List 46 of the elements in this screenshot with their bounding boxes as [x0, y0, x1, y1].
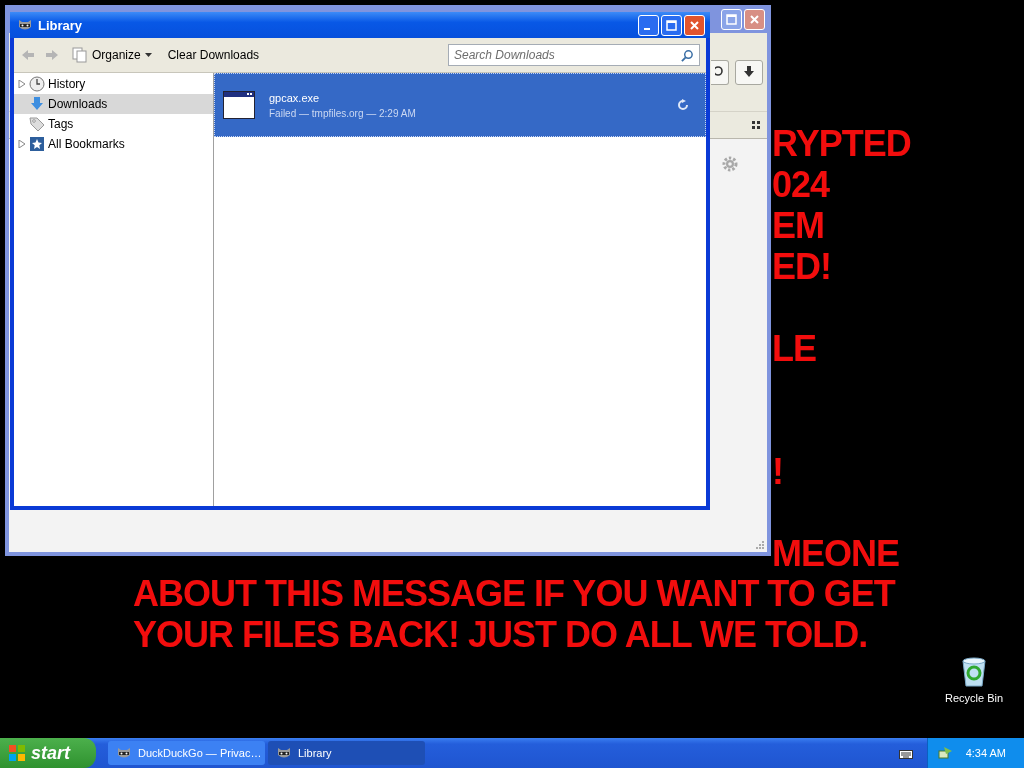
- window-title: Library: [38, 17, 84, 33]
- maximize-icon: [666, 19, 677, 31]
- ransom-text: 024: [772, 164, 830, 205]
- download-arrow-icon: [742, 65, 756, 79]
- clock-icon: [29, 76, 45, 92]
- minimize-button[interactable]: [638, 14, 659, 36]
- search-field[interactable]: Search Downloads: [448, 44, 700, 66]
- taskbar-button[interactable]: DuckDuckGo — Privac…: [108, 741, 265, 765]
- ransom-text: ABOUT THIS MESSAGE IF YOU WANT TO GET: [133, 573, 895, 614]
- close-icon: [749, 13, 760, 25]
- ransom-text: RYPTED: [772, 123, 911, 164]
- window-file-icon: [223, 91, 255, 119]
- download-item[interactable]: gpcax.exe Failed — tmpfiles.org — 2:29 AM: [214, 73, 706, 137]
- ransom-text: MEONE: [772, 533, 899, 574]
- taskbar-button[interactable]: Library: [268, 741, 425, 765]
- tag-icon: [29, 116, 45, 132]
- flag-icon: [8, 744, 26, 762]
- sidebar-item[interactable]: Tags: [14, 114, 213, 134]
- network-icon[interactable]: [937, 745, 954, 761]
- close-button[interactable]: [684, 14, 705, 36]
- retry-icon[interactable]: [677, 99, 689, 111]
- sidebar-item[interactable]: History: [14, 74, 213, 94]
- clock: 4:34 AM: [965, 747, 1006, 759]
- sidebar-item[interactable]: All Bookmarks: [14, 134, 213, 154]
- ransom-text: YOUR FILES BACK! JUST DO ALL WE TOLD.: [133, 614, 869, 655]
- organize-button[interactable]: Organize: [68, 45, 156, 65]
- star-icon: [29, 136, 45, 152]
- minimize-icon: [644, 28, 650, 30]
- ransom-text: EM: [772, 205, 824, 246]
- maximize-icon: [726, 13, 737, 25]
- download-button[interactable]: [735, 59, 763, 85]
- close-icon: [689, 19, 700, 31]
- icon-label[interactable]: Recycle Bin: [944, 692, 1004, 704]
- ransom-text: LE: [772, 328, 816, 369]
- sidebar-item[interactable]: Downloads: [14, 94, 213, 114]
- download-arrow-icon: [29, 96, 45, 112]
- caret-icon: [144, 52, 152, 58]
- maximize-button[interactable]: [661, 14, 682, 36]
- expand-icon[interactable]: [18, 80, 26, 88]
- clear-downloads-button[interactable]: Clear Downloads: [163, 46, 264, 64]
- ransom-text: ED!: [772, 246, 831, 287]
- keyboard-icon[interactable]: [898, 747, 913, 759]
- ransom-text: !: [772, 451, 783, 492]
- search-button[interactable]: [711, 59, 729, 85]
- pages-icon: [72, 47, 88, 63]
- grid-icon[interactable]: [752, 120, 761, 130]
